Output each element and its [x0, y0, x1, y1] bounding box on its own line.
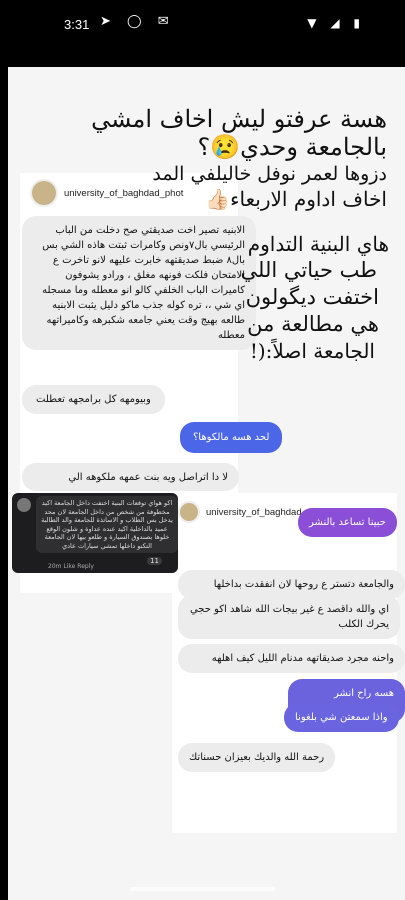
dm-message-sent: حبينا تساعد بالنشر [298, 508, 397, 537]
overlay-side: هاي البنية التداوم [247, 232, 389, 256]
notification-icons: ➤ ◯ ✉ [100, 14, 175, 29]
dm-message: لا دا اتراصل ويه بنت عمهه ملكوهه الي [22, 463, 239, 491]
dm-message-sent: لحد هسه مالكوها؟ [180, 422, 283, 453]
overlay-side: هي مطالعة من [247, 312, 379, 336]
like-button[interactable]: Like [63, 563, 75, 570]
overlay-side: طب حياتي اللي [240, 258, 377, 282]
avatar [30, 179, 58, 207]
username[interactable]: university_of_baghdad_phot [64, 188, 183, 199]
reply-button[interactable]: Reply [77, 563, 94, 570]
overlay-line: اخاف اداوم الاربعاء👍🏻 [205, 187, 387, 211]
fb-comment: اكو هواي توقعات البنية اختفت داخل الجامع… [12, 493, 178, 573]
overlay-side: الجامعة اصلاً:(! [249, 339, 375, 363]
dm-message: رحمة الله والديك بعيزان حسناتك [178, 743, 336, 772]
status-time: 3:31 [64, 17, 90, 32]
overlay-line: بالجامعة وحدي😢؟ [197, 133, 387, 161]
comment-text: اكو هواي توقعات البنية اختفت داخل الجامع… [36, 496, 178, 553]
dm-message: وبيومهه كل برامجهه تعطلت [22, 385, 165, 414]
dm-message: اي والله داقصد ع غير بيجات الله شاهد اكو… [178, 595, 400, 639]
comment-time: 20m [48, 563, 62, 570]
dm-message-sent: واذا سمعتن شي بلغونا [284, 703, 399, 732]
comment-meta: 20m Like Reply [48, 563, 94, 570]
overlay-line: دزوها لعمر نوفل خاليلفي المد [152, 163, 387, 185]
dm-message: واحنه مجرد صديقاتهه مدنام الليل كيف اهله… [178, 644, 405, 673]
avatar [17, 498, 31, 512]
overlay-line: هسة عرفتو ليش اخاف امشي [91, 105, 387, 133]
reaction-count: 11 [147, 557, 162, 565]
system-icons: ▼ ◢ ▮ [307, 16, 365, 30]
dm-message-long: الابنيه تصير اخت صديقتي صح دخلت من الباب… [22, 216, 256, 350]
status-bar: 3:31 ➤ ◯ ✉ ▼ ◢ ▮ [0, 0, 405, 50]
story-canvas: university_of_baghdad_phot الابنيه تصير … [8, 67, 405, 900]
gesture-bar[interactable] [130, 887, 275, 891]
avatar [178, 501, 200, 523]
overlay-side: اختفت ديگولون [245, 285, 379, 309]
